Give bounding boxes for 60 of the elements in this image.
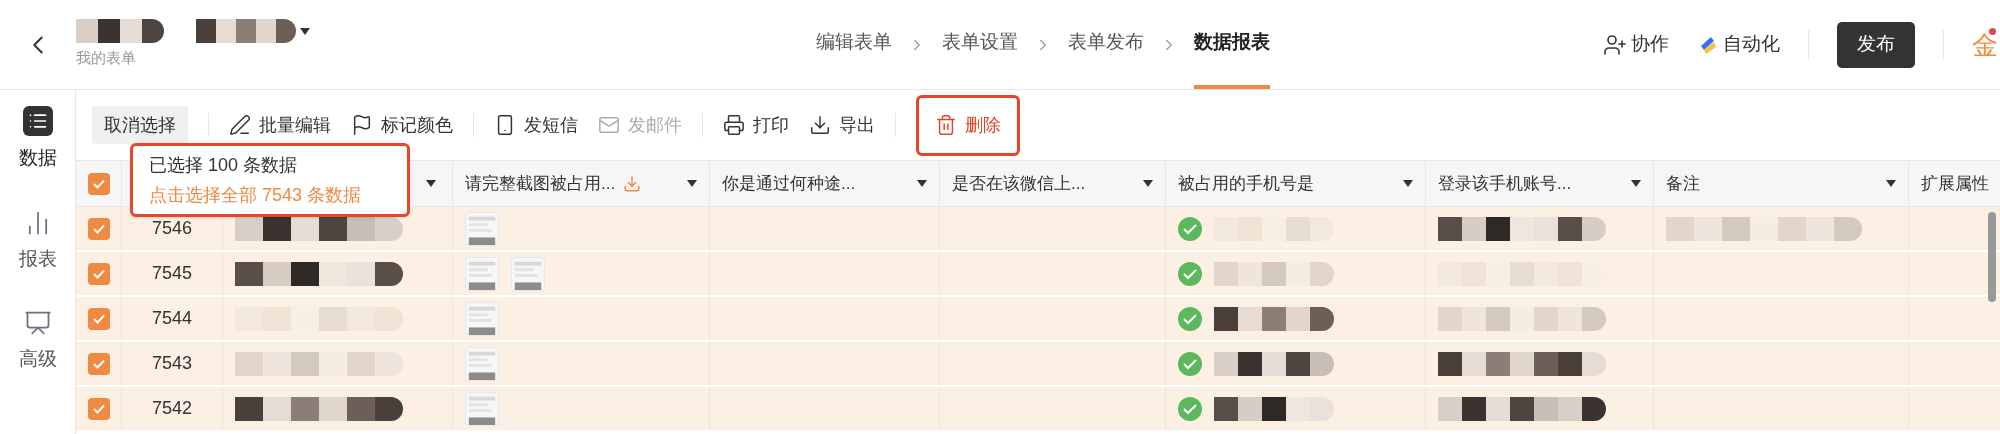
cancel-selection-button[interactable]: 取消选择: [92, 106, 188, 144]
table-cell-text: 7546: [151, 217, 192, 240]
checkbox[interactable]: [87, 307, 110, 330]
check-circle-icon: [1178, 216, 1202, 241]
sidebar-item[interactable]: 高级: [18, 309, 57, 374]
publish-button[interactable]: 发布: [1837, 21, 1915, 68]
table-cell-text: 7544: [151, 307, 192, 330]
add-user-icon: [1603, 32, 1627, 57]
flag-icon: [351, 114, 373, 136]
toolbar-button[interactable]: 删除: [916, 94, 1020, 156]
table-cell-text: 7543: [151, 352, 192, 375]
export-icon: [809, 114, 831, 136]
check-circle-icon: [1178, 306, 1202, 331]
selection-count: 已选择 100 条数据: [149, 154, 299, 177]
checkbox[interactable]: [87, 352, 110, 375]
edit-icon: [229, 114, 251, 136]
table-cell-text: 7542: [151, 397, 192, 420]
caret-icon[interactable]: [1143, 180, 1153, 187]
column-header[interactable]: 扩展属性: [1909, 161, 2000, 206]
toolbar-button[interactable]: 标记颜色: [351, 111, 453, 139]
step-tab[interactable]: 表单发布: [1068, 0, 1144, 89]
table-cell-text: 7545: [151, 262, 192, 285]
print-icon: [723, 114, 745, 136]
automation-button[interactable]: 自动化: [1697, 30, 1780, 59]
column-header[interactable]: 备注: [1654, 161, 1909, 206]
checkbox[interactable]: [87, 172, 110, 195]
check-circle-icon: [1178, 396, 1202, 421]
toolbar-button[interactable]: 批量编辑: [229, 111, 331, 139]
caret-icon[interactable]: [917, 180, 927, 187]
checkbox[interactable]: [87, 217, 110, 240]
step-tab[interactable]: 表单设置: [942, 0, 1018, 89]
list-icon: [22, 106, 53, 136]
caret-icon[interactable]: [300, 27, 310, 35]
column-header[interactable]: 你是通过何种途...: [710, 161, 940, 206]
step-tab[interactable]: 编辑表单: [816, 0, 892, 89]
checkbox[interactable]: [87, 262, 110, 285]
column-header[interactable]: 登录该手机账号...: [1426, 161, 1654, 206]
delete-icon: [935, 114, 957, 136]
checkbox[interactable]: [87, 397, 110, 420]
check-circle-icon: [1178, 261, 1202, 286]
scrollbar[interactable]: [1988, 212, 1996, 302]
caret-icon[interactable]: [1886, 180, 1896, 187]
caret-icon[interactable]: [1403, 180, 1413, 187]
step-tab[interactable]: 数据报表: [1194, 0, 1270, 89]
toolbar-button[interactable]: 发短信: [494, 111, 578, 139]
caret-icon[interactable]: [426, 180, 436, 187]
column-header[interactable]: 请完整截图被占用...: [453, 161, 710, 206]
sidebar-item[interactable]: 报表: [18, 208, 57, 273]
column-header[interactable]: 是否在该微信上...: [940, 161, 1166, 206]
presentation-icon: [23, 309, 52, 337]
column-header[interactable]: 被占用的手机号是: [1166, 161, 1426, 206]
mail-icon: [598, 114, 620, 136]
check-circle-icon: [1178, 351, 1202, 376]
sidebar-item[interactable]: 数据: [18, 106, 57, 173]
caret-icon[interactable]: [1631, 180, 1641, 187]
caret-icon[interactable]: [687, 180, 697, 187]
toolbar-button[interactable]: 打印: [723, 111, 789, 139]
collaborate-button[interactable]: 协作: [1603, 30, 1669, 59]
toolbar-button[interactable]: 导出: [809, 111, 875, 139]
form-subtitle: 我的表单: [76, 48, 137, 69]
